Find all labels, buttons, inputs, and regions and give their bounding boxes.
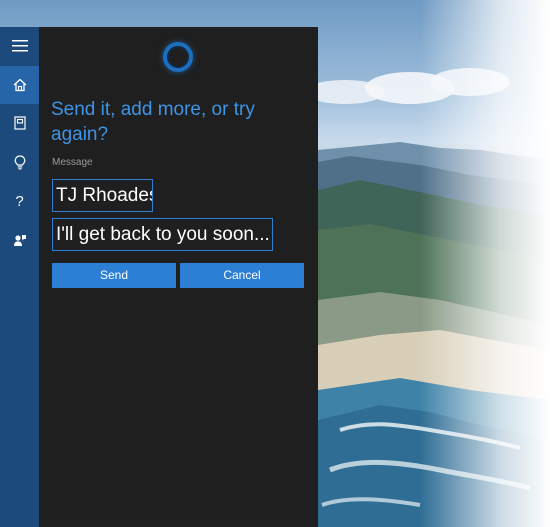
send-button[interactable]: Send — [52, 263, 176, 288]
nav-insights-button[interactable] — [0, 143, 39, 181]
message-label: Message — [52, 157, 93, 168]
help-icon: ? — [15, 192, 24, 210]
message-field[interactable]: I'll get back to you soon... — [52, 218, 273, 251]
cortana-panel: ? Send it, add more, or try again? Messa… — [0, 27, 318, 527]
recipient-field[interactable]: TJ Rhoades — [52, 179, 153, 212]
hamburger-menu-icon — [11, 40, 28, 52]
cortana-prompt: Send it, add more, or try again? — [51, 99, 255, 145]
nav-notebook-button[interactable] — [0, 104, 39, 142]
home-icon — [13, 78, 26, 92]
notebook-icon — [13, 116, 26, 130]
feedback-icon — [13, 235, 26, 246]
hamburger-menu-button[interactable] — [0, 27, 39, 65]
lightbulb-icon — [14, 154, 25, 169]
nav-feedback-button[interactable] — [0, 221, 39, 259]
cancel-button[interactable]: Cancel — [180, 263, 304, 288]
nav-help-button[interactable]: ? — [0, 182, 39, 220]
nav-rail: ? — [0, 27, 39, 527]
nav-home-button[interactable] — [0, 66, 39, 104]
cortana-logo-icon — [163, 42, 193, 72]
